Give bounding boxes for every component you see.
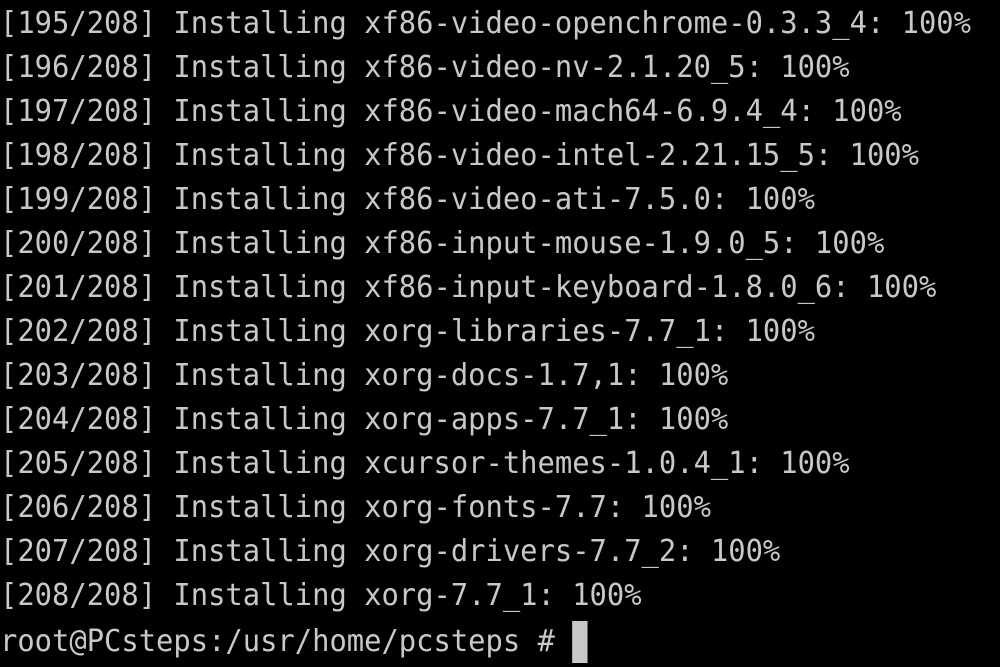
install-output-line: [197/208] Installing xf86-video-mach64-6… — [0, 94, 902, 129]
install-output-line: [198/208] Installing xf86-video-intel-2.… — [0, 138, 919, 173]
install-output-line: [204/208] Installing xorg-apps-7.7_1: 10… — [0, 402, 729, 437]
install-output-line: [206/208] Installing xorg-fonts-7.7: 100… — [0, 490, 711, 525]
install-output-line: [205/208] Installing xcursor-themes-1.0.… — [0, 446, 850, 481]
install-output-line: [208/208] Installing xorg-7.7_1: 100% — [0, 578, 642, 613]
text-cursor[interactable] — [572, 621, 588, 663]
install-output-line: [201/208] Installing xf86-input-keyboard… — [0, 270, 937, 305]
install-output-line: [196/208] Installing xf86-video-nv-2.1.2… — [0, 50, 850, 85]
install-output-line: [207/208] Installing xorg-drivers-7.7_2:… — [0, 534, 781, 569]
terminal-screen[interactable]: [195/208] Installing xf86-video-openchro… — [0, 0, 1000, 667]
command-prompt-row[interactable]: root@PCsteps:/usr/home/pcsteps # — [0, 620, 588, 664]
shell-prompt: root@PCsteps:/usr/home/pcsteps # — [0, 624, 555, 659]
install-output-line: [195/208] Installing xf86-video-openchro… — [0, 6, 971, 41]
install-output-line: [199/208] Installing xf86-video-ati-7.5.… — [0, 182, 815, 217]
install-output-line: [203/208] Installing xorg-docs-1.7,1: 10… — [0, 358, 729, 393]
install-output-line: [202/208] Installing xorg-libraries-7.7_… — [0, 314, 815, 349]
install-output-line: [200/208] Installing xf86-input-mouse-1.… — [0, 226, 885, 261]
